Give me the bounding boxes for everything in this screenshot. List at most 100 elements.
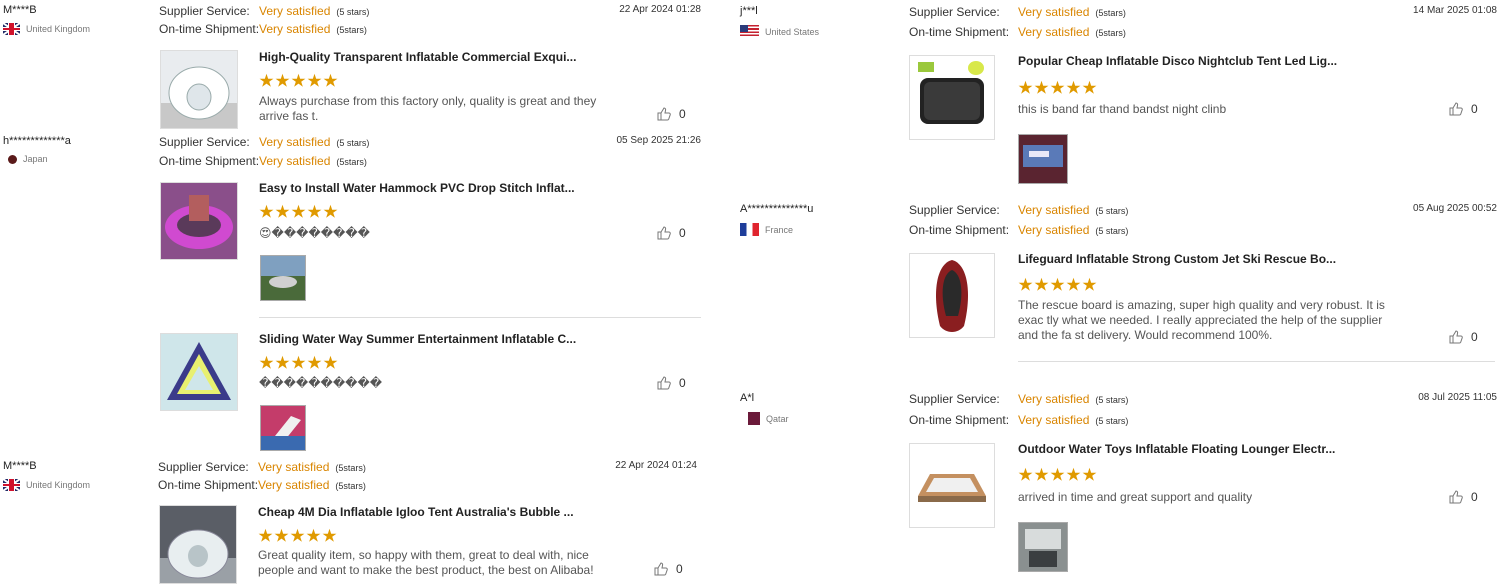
star-icon bbox=[1018, 467, 1033, 481]
like-count: 0 bbox=[679, 107, 686, 121]
star-icon bbox=[259, 355, 274, 369]
thumbs-up-icon bbox=[1449, 330, 1463, 344]
star-icon bbox=[323, 73, 338, 87]
review-photo[interactable] bbox=[1018, 134, 1068, 184]
reviewer-country: United Kingdom bbox=[3, 479, 90, 491]
star-icon bbox=[1082, 80, 1097, 94]
star-icon bbox=[1050, 467, 1065, 481]
star-icon bbox=[1066, 277, 1081, 291]
product-title-link[interactable]: Easy to Install Water Hammock PVC Drop S… bbox=[259, 181, 575, 195]
ontime-shipment-stars: (5 stars) bbox=[1095, 416, 1129, 426]
star-icon bbox=[1034, 277, 1049, 291]
ontime-shipment-label: On-time Shipment: bbox=[159, 154, 260, 168]
ontime-shipment-row: On-time Shipment: Very satisfied (5stars… bbox=[909, 25, 1126, 39]
product-title-link[interactable]: Lifeguard Inflatable Strong Custom Jet S… bbox=[1018, 252, 1336, 266]
thumbs-up-icon bbox=[1449, 102, 1463, 116]
star-icon bbox=[307, 204, 322, 218]
star-icon bbox=[291, 355, 306, 369]
star-icon bbox=[306, 528, 321, 542]
review-photo[interactable] bbox=[260, 405, 306, 451]
star-icon bbox=[1082, 467, 1097, 481]
product-thumbnail[interactable] bbox=[909, 55, 995, 140]
review-photo[interactable] bbox=[260, 255, 306, 301]
star-icon bbox=[1066, 80, 1081, 94]
review-date: 22 Apr 2024 01:24 bbox=[615, 460, 697, 471]
review-comment: ���������� bbox=[259, 376, 383, 390]
divider bbox=[259, 317, 701, 318]
thumbs-up-icon bbox=[657, 226, 671, 240]
ontime-shipment-value: Very satisfied bbox=[1018, 223, 1090, 237]
country-name: Qatar bbox=[766, 413, 789, 424]
ontime-shipment-label: On-time Shipment: bbox=[159, 22, 260, 36]
star-icon bbox=[274, 528, 289, 542]
like-button[interactable]: 0 bbox=[1449, 330, 1478, 344]
review-comment: Always purchase from this factory only, … bbox=[259, 94, 597, 123]
supplier-service-value: Very satisfied bbox=[258, 460, 330, 474]
like-button[interactable]: 0 bbox=[654, 562, 683, 576]
rating-stars bbox=[1018, 80, 1098, 98]
like-count: 0 bbox=[679, 226, 686, 240]
review-comment: The rescue board is amazing, super high … bbox=[1018, 298, 1385, 342]
product-thumbnail[interactable] bbox=[159, 505, 237, 584]
product-thumbnail[interactable] bbox=[160, 333, 238, 411]
review-photo[interactable] bbox=[1018, 522, 1068, 572]
product-thumbnail[interactable] bbox=[160, 182, 238, 260]
review-comment: this is band far thand bandst night clin… bbox=[1018, 102, 1227, 116]
us-flag-icon bbox=[740, 25, 759, 38]
country-name: United Kingdom bbox=[26, 24, 91, 34]
france-flag-icon bbox=[740, 223, 759, 236]
review-comment: Great quality item, so happy with them, … bbox=[258, 548, 594, 577]
thumbs-up-icon bbox=[657, 107, 671, 121]
supplier-service-label: Supplier Service: bbox=[158, 460, 249, 474]
like-button[interactable]: 0 bbox=[1449, 490, 1478, 504]
review-date: 14 Mar 2025 01:08 bbox=[1413, 5, 1497, 16]
supplier-service-label: Supplier Service: bbox=[159, 135, 250, 149]
like-button[interactable]: 0 bbox=[657, 376, 686, 390]
product-title-link[interactable]: High-Quality Transparent Inflatable Comm… bbox=[259, 50, 576, 64]
star-icon bbox=[323, 355, 338, 369]
reviewer-country: United Kingdom bbox=[3, 23, 90, 35]
star-icon bbox=[307, 355, 322, 369]
product-title-link[interactable]: Popular Cheap Inflatable Disco Nightclub… bbox=[1018, 54, 1337, 68]
reviewer-country: Japan bbox=[8, 154, 48, 164]
like-count: 0 bbox=[1471, 330, 1478, 344]
thumbs-up-icon bbox=[657, 376, 671, 390]
ontime-shipment-value: Very satisfied bbox=[259, 22, 331, 36]
ontime-shipment-stars: (5 stars) bbox=[1095, 226, 1129, 236]
reviewer-name: M****B bbox=[3, 4, 37, 16]
product-thumbnail[interactable] bbox=[160, 50, 238, 129]
star-icon bbox=[258, 528, 273, 542]
ontime-shipment-row: On-time Shipment: Very satisfied (5stars… bbox=[159, 22, 367, 36]
review-date: 05 Sep 2025 21:26 bbox=[616, 135, 701, 146]
star-icon bbox=[275, 73, 290, 87]
ontime-shipment-stars: (5stars) bbox=[336, 25, 367, 35]
supplier-service-stars: (5stars) bbox=[1095, 8, 1126, 18]
like-button[interactable]: 0 bbox=[657, 107, 686, 121]
product-title-link[interactable]: Sliding Water Way Summer Entertainment I… bbox=[259, 332, 576, 346]
product-thumbnail[interactable] bbox=[909, 253, 995, 338]
like-button[interactable]: 0 bbox=[1449, 102, 1478, 116]
country-name: United States bbox=[765, 26, 820, 37]
ontime-shipment-row: On-time Shipment: Very satisfied (5stars… bbox=[158, 478, 366, 492]
like-button[interactable]: 0 bbox=[657, 226, 686, 240]
ontime-shipment-value: Very satisfied bbox=[1018, 413, 1090, 427]
star-icon bbox=[290, 528, 305, 542]
product-title-link[interactable]: Outdoor Water Toys Inflatable Floating L… bbox=[1018, 442, 1335, 456]
star-icon bbox=[1034, 80, 1049, 94]
star-icon bbox=[275, 355, 290, 369]
star-icon bbox=[322, 528, 337, 542]
supplier-service-value: Very satisfied bbox=[259, 135, 331, 149]
product-thumbnail[interactable] bbox=[909, 443, 995, 528]
supplier-service-row: Supplier Service: Very satisfied (5stars… bbox=[158, 460, 366, 474]
reviewer-country: France bbox=[740, 223, 793, 236]
ontime-shipment-stars: (5stars) bbox=[335, 481, 366, 491]
reviewer-name: h*************a bbox=[3, 135, 71, 147]
qatar-flag-icon bbox=[748, 412, 760, 425]
uk-flag-icon bbox=[3, 23, 20, 35]
country-name: United Kingdom bbox=[26, 480, 91, 490]
divider bbox=[1018, 361, 1495, 362]
reviewer-name: M****B bbox=[3, 460, 37, 472]
product-title-link[interactable]: Cheap 4M Dia Inflatable Igloo Tent Austr… bbox=[258, 505, 574, 519]
star-icon bbox=[307, 73, 322, 87]
reviewer-name: A*l bbox=[740, 392, 755, 404]
